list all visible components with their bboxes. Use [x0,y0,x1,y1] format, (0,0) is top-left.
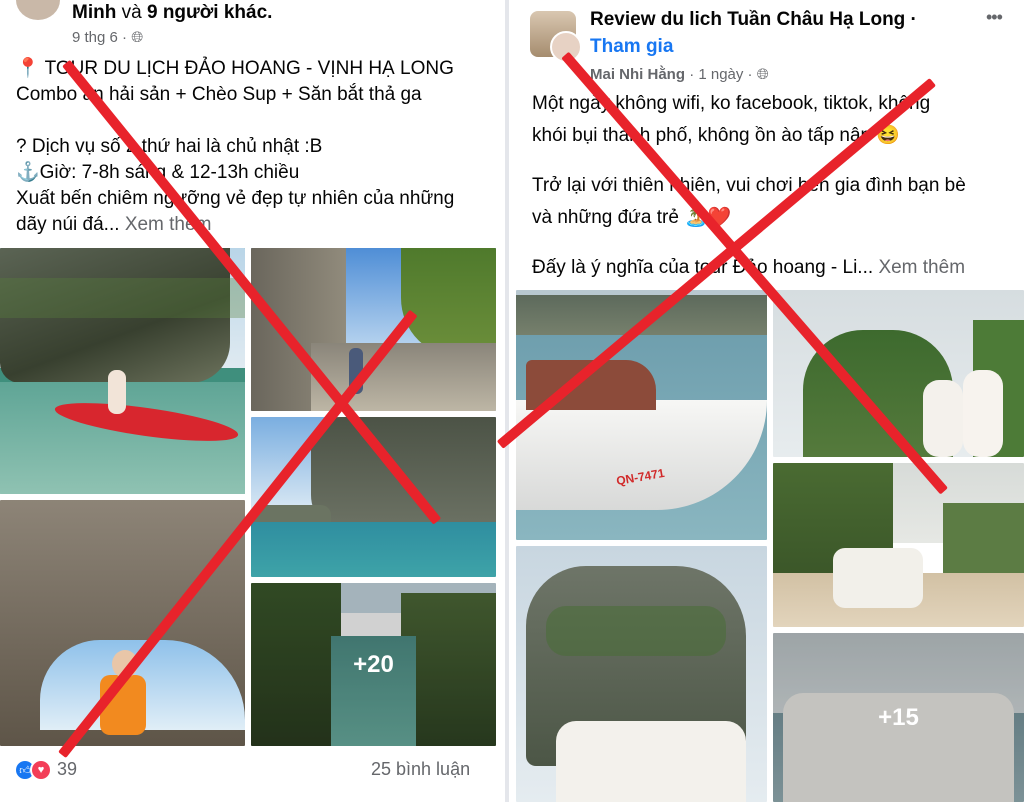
post-meta: Mai Nhi Hằng · 1 ngày · 🌐︎ [590,66,769,83]
photo-bay-more[interactable]: +20 [251,583,496,746]
author-others[interactable]: 9 người khác. [147,2,272,23]
reaction-count[interactable]: 39 [57,759,77,780]
photo-boat-deck-more[interactable]: +15 [773,633,1024,802]
post-line: Trở lại với thiên nhiên, vui chơi bên gi… [532,175,966,196]
post-line [532,152,966,170]
photo-group-beach[interactable] [773,463,1024,627]
love-reaction-icon: ♥ [30,759,52,781]
more-photos-count[interactable]: +15 [773,633,1024,802]
post-line: ? Dịch vụ số 2 thứ hai là chủ nhật :B [16,136,323,157]
more-options-icon[interactable]: ••• [986,7,1003,28]
post-line: khói bụi thành phố, không ồn ào tấp nập … [532,125,901,146]
post-line [16,108,454,134]
join-group-button[interactable]: Tham gia [590,36,673,58]
photo-family-rock[interactable] [516,546,767,802]
globe-icon: 🌐︎ [131,29,144,46]
post-line: ⚓Giờ: 7-8h sáng & 12-13h chiều [16,162,300,183]
more-photos-count[interactable]: +20 [251,583,496,746]
photo-cave[interactable] [0,500,245,746]
photo-kayak[interactable] [0,248,245,494]
post-text: Một ngày không wifi, ko facebook, tiktok… [532,88,966,284]
author-line[interactable]: Minh và 9 người khác. [72,2,272,24]
post-timestamp[interactable]: 9 thg 6 · [72,29,127,46]
left-post: Minh và 9 người khác. 9 thg 6 · 🌐︎ 📍 TOU… [0,0,505,802]
author-name[interactable]: Mai Nhi Hằng [590,66,685,83]
author-conj: và [121,2,142,23]
post-line: Xuất bến chiêm ngưỡng vẻ đẹp tự nhiên củ… [16,188,455,209]
see-more-link[interactable]: Xem thêm [878,257,965,278]
comment-count[interactable]: 25 bình luận [371,759,470,780]
author-avatar[interactable] [16,0,60,20]
post-meta: 9 thg 6 · 🌐︎ [72,29,143,46]
post-timestamp[interactable]: · 1 ngày · [689,66,752,83]
right-post: Review du lich Tuần Châu Hạ Long · Tham … [509,0,1024,802]
post-last-line: dãy núi đá... [16,214,120,235]
group-name[interactable]: Review du lich Tuần Châu Hạ Long · [590,9,917,31]
author-name[interactable]: Minh [72,2,116,23]
globe-icon: 🌐︎ [756,66,769,83]
post-line-last: dãy núi đá... Xem thêm [16,212,454,238]
